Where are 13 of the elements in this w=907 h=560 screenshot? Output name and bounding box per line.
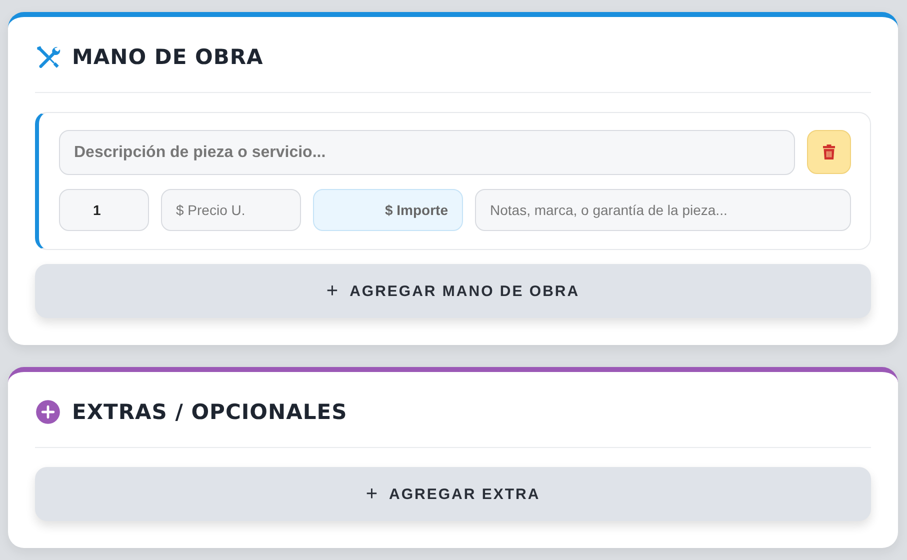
plus-circle-icon: [35, 398, 61, 424]
quantity-field[interactable]: 1: [59, 189, 149, 231]
trash-icon: [820, 142, 838, 162]
tools-icon: [35, 44, 61, 70]
add-button[interactable]: + AGREGAR MANO DE OBRA: [35, 264, 871, 318]
amount-field[interactable]: $ Importe: [313, 189, 463, 231]
unit-price-field[interactable]: $ Precio U.: [161, 189, 301, 231]
description-field[interactable]: Descripción de pieza o servicio...: [59, 130, 795, 175]
section-title: MANO DE OBRA: [72, 44, 264, 68]
notes-field[interactable]: Notas, marca, o garantía de la pieza...: [475, 189, 851, 231]
add-button[interactable]: + AGREGAR EXTRA: [35, 467, 871, 521]
delete-button[interactable]: [807, 130, 851, 174]
section-title: EXTRAS / OPCIONALES: [72, 400, 348, 424]
